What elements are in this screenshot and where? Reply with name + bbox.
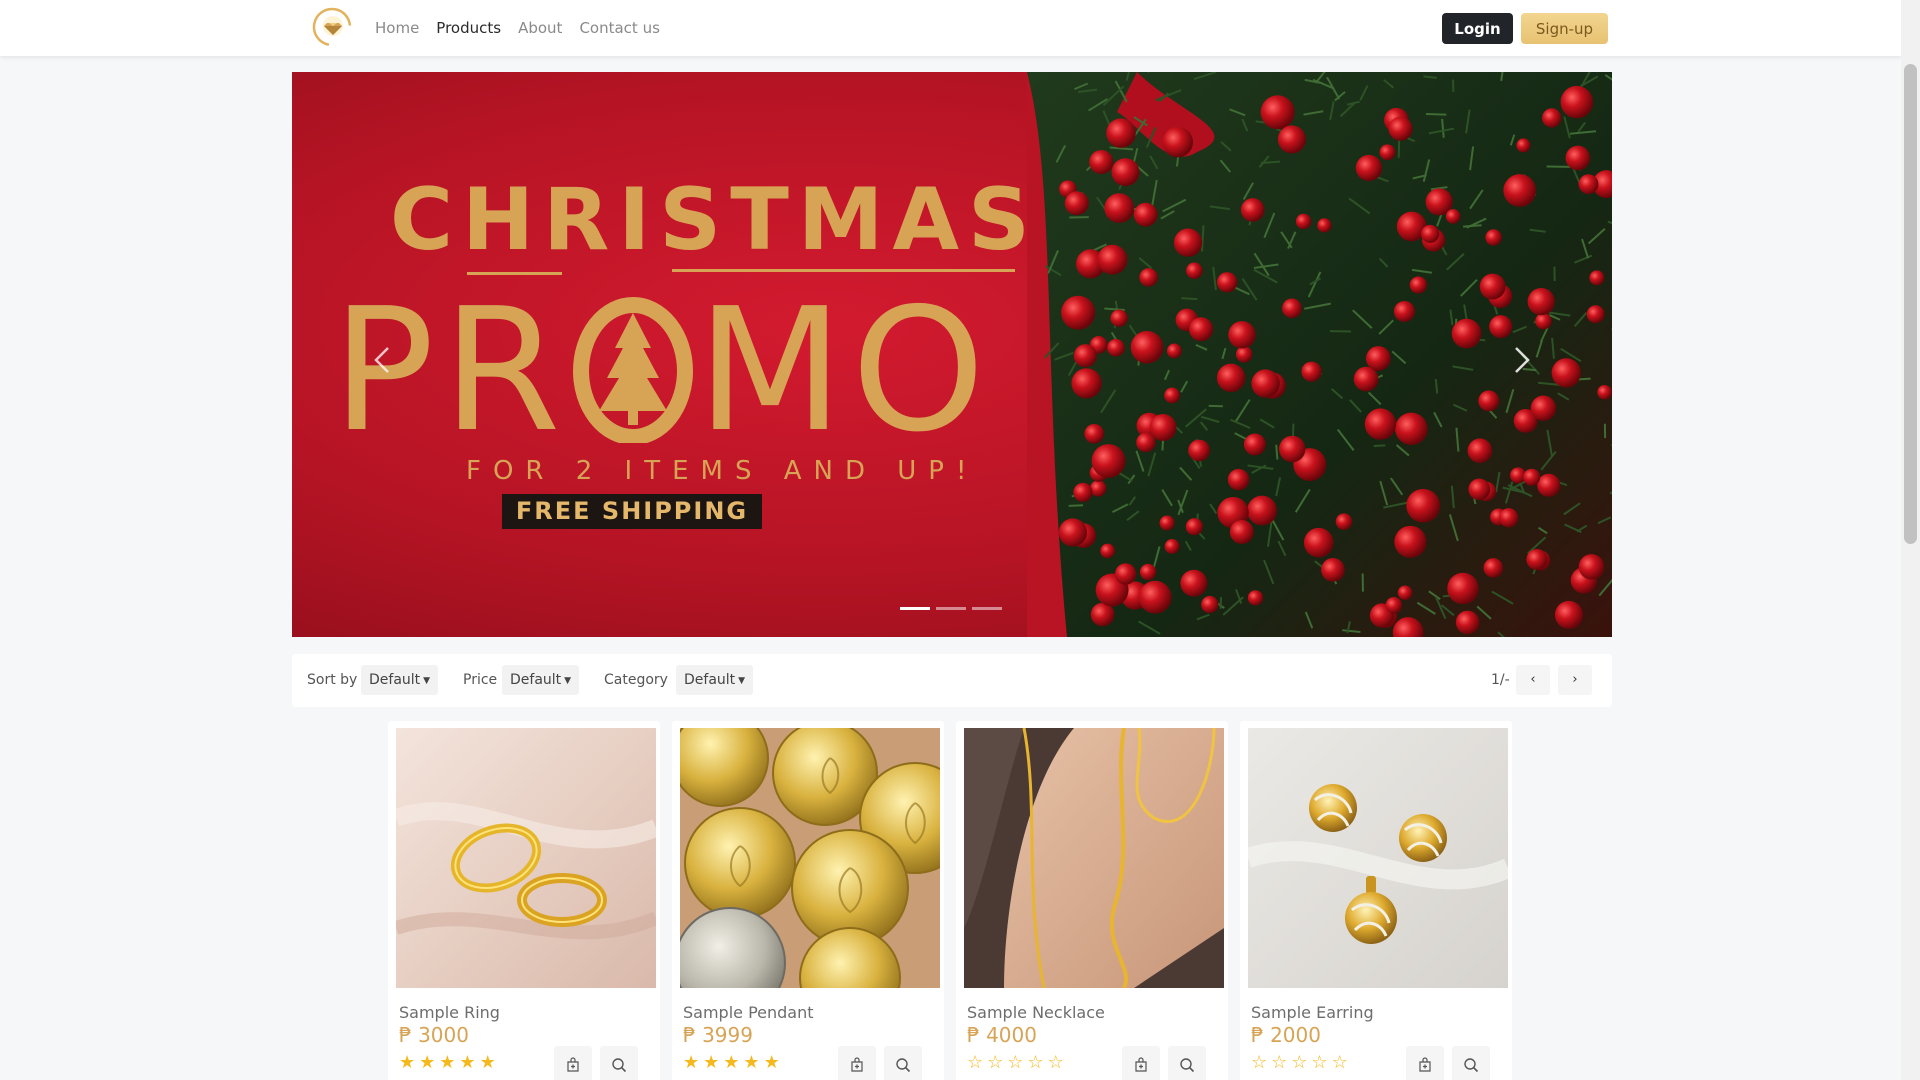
star-empty-icon: ☆ (987, 1052, 1004, 1073)
promo-heading: CHRISTMAS (390, 170, 1039, 270)
promo-word-right: MO (696, 272, 994, 470)
star-filled-icon: ★ (683, 1052, 700, 1073)
signup-button[interactable]: Sign-up (1521, 13, 1608, 44)
star-filled-icon: ★ (703, 1052, 720, 1073)
page-indicator: 1/- (1491, 672, 1510, 688)
promo-carousel: CHRISTMAS PR MO FOR 2 ITEMS AND UP! FREE… (292, 72, 1612, 637)
magnify-icon (1464, 1058, 1479, 1073)
tree-o-icon (572, 297, 693, 445)
add-to-bag-icon (1135, 1057, 1147, 1072)
product-name: Sample Pendant (683, 1003, 814, 1022)
star-empty-icon: ☆ (1251, 1052, 1268, 1073)
star-empty-icon: ☆ (1271, 1052, 1288, 1073)
add-to-bag-icon (567, 1057, 579, 1072)
product-card[interactable]: Sample Ring ₱ 3000 ★ ★ ★ ★ ★ (388, 721, 660, 1080)
product-price: ₱ 4000 (967, 1023, 1037, 1047)
chevron-right-icon: › (1572, 672, 1578, 687)
product-card[interactable]: Sample Pendant ₱ 3999 ★ ★ ★ ★ ★ (672, 721, 944, 1080)
sort-label: Sort by (307, 672, 358, 688)
add-to-bag-icon (1419, 1057, 1431, 1072)
nav-contact[interactable]: Contact us (579, 19, 659, 37)
sort-dropdown[interactable]: Default ▼ (361, 665, 439, 695)
add-to-cart-button[interactable] (1406, 1046, 1444, 1080)
chevron-left-icon: ‹ (1530, 672, 1536, 687)
star-filled-icon: ★ (459, 1052, 476, 1073)
view-product-button[interactable] (1452, 1046, 1490, 1080)
category-value: Default (684, 672, 736, 688)
star-filled-icon: ★ (419, 1052, 436, 1073)
product-price: ₱ 2000 (1251, 1023, 1321, 1047)
prev-page-button[interactable]: ‹ (1516, 665, 1550, 695)
promo-word: PR MO (332, 272, 993, 470)
star-rating: ★ ★ ★ ★ ★ (399, 1054, 496, 1072)
star-filled-icon: ★ (399, 1052, 416, 1073)
star-empty-icon: ☆ (1331, 1052, 1348, 1073)
product-grid: Sample Ring ₱ 3000 ★ ★ ★ ★ ★ Sample Pend… (388, 721, 1518, 1080)
product-price: ₱ 3999 (683, 1023, 753, 1047)
star-filled-icon: ★ (723, 1052, 740, 1073)
nav-home[interactable]: Home (375, 19, 419, 37)
carousel-indicator-1[interactable] (900, 607, 930, 610)
login-button[interactable]: Login (1442, 13, 1513, 44)
nav-products[interactable]: Products (436, 19, 501, 37)
price-value: Default (510, 672, 562, 688)
magnify-icon (612, 1058, 627, 1073)
star-empty-icon: ☆ (1007, 1052, 1024, 1073)
view-product-button[interactable] (600, 1046, 638, 1080)
chevron-left-icon[interactable] (352, 330, 412, 390)
free-shipping-badge: FREE SHIPPING (502, 494, 762, 529)
category-dropdown[interactable]: Default ▼ (676, 665, 754, 695)
star-empty-icon: ☆ (1291, 1052, 1308, 1073)
caret-down-icon: ▼ (423, 676, 431, 686)
nav-links: Home Products About Contact us (375, 0, 660, 56)
product-image-necklace[interactable] (964, 728, 1224, 988)
magnify-icon (896, 1058, 911, 1073)
product-name: Sample Necklace (967, 1003, 1105, 1022)
add-to-cart-button[interactable] (1122, 1046, 1160, 1080)
star-empty-icon: ☆ (1047, 1052, 1064, 1073)
product-image-earring[interactable] (1248, 728, 1508, 988)
star-filled-icon: ★ (743, 1052, 760, 1073)
product-price: ₱ 3000 (399, 1023, 469, 1047)
view-product-button[interactable] (884, 1046, 922, 1080)
price-label: Price (463, 672, 498, 688)
carousel-indicators (900, 607, 1002, 610)
promo-subtitle: FOR 2 ITEMS AND UP! (466, 456, 979, 486)
sort-value: Default (369, 672, 421, 688)
star-empty-icon: ☆ (1027, 1052, 1044, 1073)
carousel-indicator-3[interactable] (972, 607, 1002, 610)
nav-about[interactable]: About (518, 19, 562, 37)
star-rating: ★ ★ ★ ★ ★ (683, 1054, 780, 1072)
product-card[interactable]: Sample Necklace ₱ 4000 ☆ ☆ ☆ ☆ ☆ (956, 721, 1228, 1080)
product-name: Sample Earring (1251, 1003, 1374, 1022)
add-to-bag-icon (851, 1057, 863, 1072)
product-image-pendant[interactable] (680, 728, 940, 988)
caret-down-icon: ▼ (564, 676, 572, 686)
magnify-icon (1180, 1058, 1195, 1073)
price-dropdown[interactable]: Default ▼ (502, 665, 580, 695)
star-filled-icon: ★ (479, 1052, 496, 1073)
category-label: Category (604, 672, 668, 688)
view-product-button[interactable] (1168, 1046, 1206, 1080)
navbar: Home Products About Contact us Login Sig… (0, 0, 1901, 56)
next-page-button[interactable]: › (1558, 665, 1592, 695)
star-rating: ☆ ☆ ☆ ☆ ☆ (967, 1054, 1064, 1072)
product-name: Sample Ring (399, 1003, 500, 1022)
star-rating: ☆ ☆ ☆ ☆ ☆ (1251, 1054, 1348, 1072)
caret-down-icon: ▼ (738, 676, 746, 686)
carousel-indicator-2[interactable] (936, 607, 966, 610)
filter-bar: Sort by Default ▼ Price Default ▼ Category… (292, 654, 1612, 707)
chevron-right-icon[interactable] (1492, 330, 1552, 390)
star-empty-icon: ☆ (967, 1052, 984, 1073)
product-image-ring[interactable] (396, 728, 656, 988)
add-to-cart-button[interactable] (554, 1046, 592, 1080)
star-filled-icon: ★ (763, 1052, 780, 1073)
diamond-logo-icon[interactable] (312, 7, 352, 47)
product-card[interactable]: Sample Earring ₱ 2000 ☆ ☆ ☆ ☆ ☆ (1240, 721, 1512, 1080)
star-empty-icon: ☆ (1311, 1052, 1328, 1073)
star-filled-icon: ★ (439, 1052, 456, 1073)
scrollbar-thumb[interactable] (1904, 64, 1917, 544)
add-to-cart-button[interactable] (838, 1046, 876, 1080)
